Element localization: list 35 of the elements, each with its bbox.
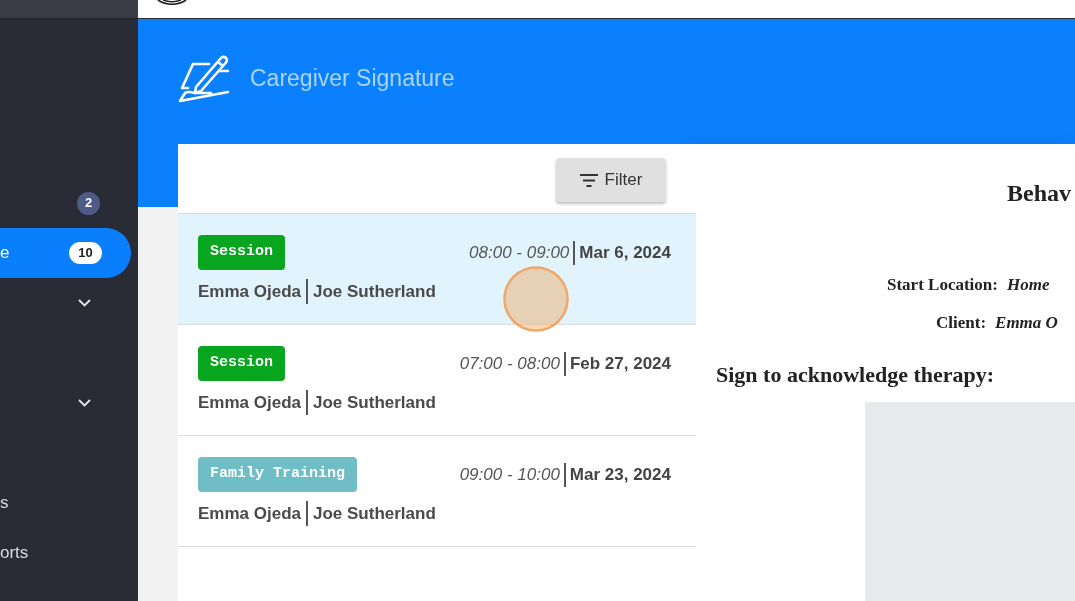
chevron-down-icon[interactable] <box>78 299 91 307</box>
page-title: Caregiver Signature <box>250 64 455 93</box>
time-range: 07:00 - 08:00 <box>459 352 560 375</box>
sign-prompt: Sign to acknowledge therapy: <box>716 361 996 389</box>
date-text: Mar 23, 2024 <box>569 463 671 486</box>
count-badge: 10 <box>69 242 102 264</box>
client-name: Emma Ojeda <box>198 280 301 303</box>
caregiver-name: Joe Sutherland <box>313 280 436 303</box>
caregiver-name: Joe Sutherland <box>313 391 436 414</box>
time-range: 08:00 - 09:00 <box>469 241 570 264</box>
sidebar-item[interactable]: s <box>0 492 9 514</box>
logo-icon <box>156 0 188 5</box>
type-tag: Session <box>198 235 285 270</box>
appointment-row[interactable]: Session 08:00 - 09:00 Mar 6, 2024 Emma Ojeda Joe Sutherland <box>178 214 696 325</box>
sidebar-item[interactable]: orts <box>0 542 29 564</box>
type-tag: Session <box>198 346 285 381</box>
field-label: Client: <box>936 312 987 334</box>
filter-icon <box>579 173 598 187</box>
signature-pen-icon <box>178 53 230 103</box>
chevron-down-icon[interactable] <box>78 399 91 407</box>
count-badge: 2 <box>77 191 100 215</box>
date-text: Feb 27, 2024 <box>569 352 671 375</box>
sidebar-item[interactable]: e 10 <box>0 228 131 278</box>
field-label: Start Location: <box>887 274 998 296</box>
filter-button[interactable]: Filter <box>556 158 666 202</box>
field-value: Emma O <box>995 312 1058 334</box>
type-tag: Family Training <box>198 457 358 492</box>
field-value: Home <box>1006 274 1050 296</box>
document-title: Behav <box>1007 179 1072 208</box>
date-text: Mar 6, 2024 <box>579 241 671 264</box>
time-range: 09:00 - 10:00 <box>459 463 560 486</box>
client-name: Emma Ojeda <box>198 391 301 414</box>
click-marker-icon <box>503 266 569 332</box>
caregiver-name: Joe Sutherland <box>313 502 436 525</box>
client-name: Emma Ojeda <box>198 502 301 525</box>
